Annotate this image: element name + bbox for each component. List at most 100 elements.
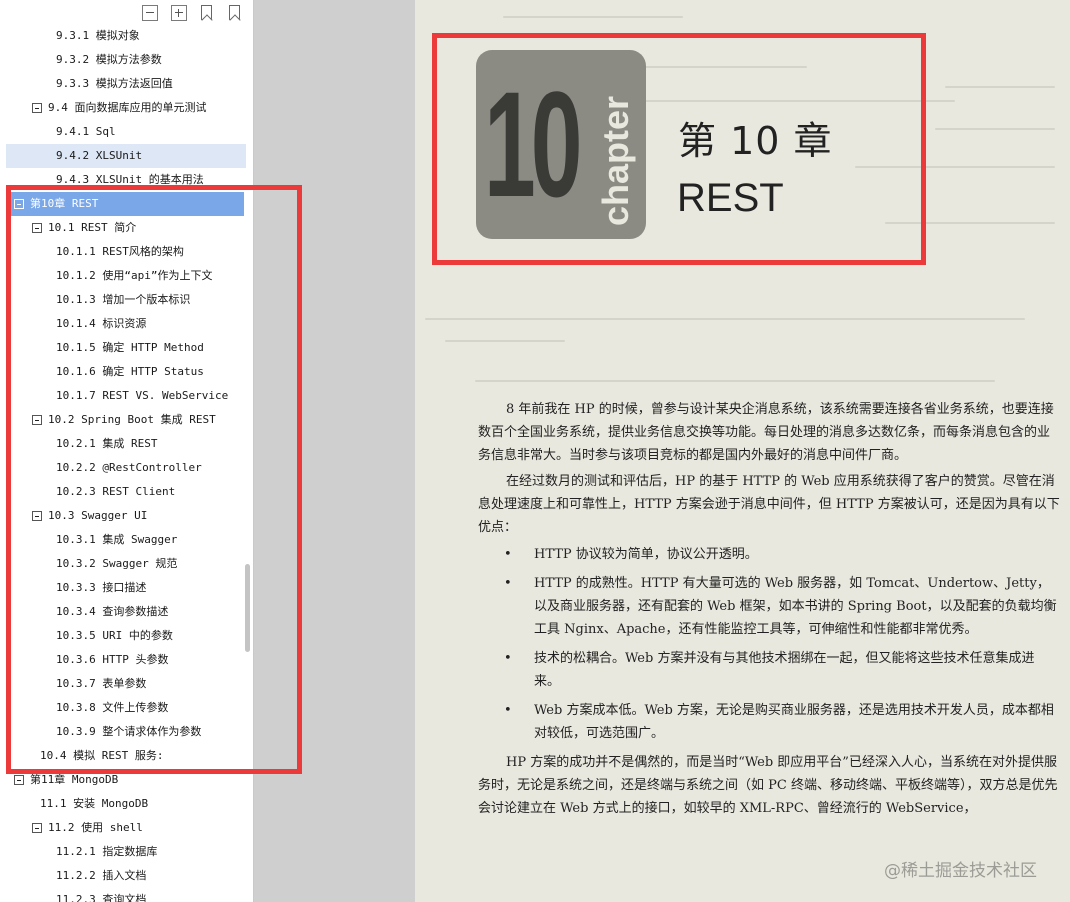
chapter-logo: 10 chapter xyxy=(476,50,646,239)
bookmark-label: 10.3 Swagger UI xyxy=(48,509,148,522)
expand-all-icon[interactable] xyxy=(171,5,187,21)
bookmark-label: 10.1.2 使用“api”作为上下文 xyxy=(56,269,213,282)
collapse-toggle-icon[interactable] xyxy=(32,415,42,425)
bookmark-item[interactable]: 11.1 安装 MongoDB xyxy=(0,792,246,816)
bookmark-label: 10.3.5 URI 中的参数 xyxy=(56,629,173,642)
bookmarks-toolbar xyxy=(0,0,253,26)
bookmark-label: 9.3.3 模拟方法返回值 xyxy=(56,77,173,90)
bookmark-tree: 9.3.1 模拟对象 9.3.2 模拟方法参数 9.3.3 模拟方法返回值 9.4 面… xyxy=(0,26,246,902)
chapter-logo-number: 10 xyxy=(484,60,582,228)
bookmark-item[interactable]: 10.3.6 HTTP 头参数 xyxy=(0,648,246,672)
paragraph-3: HP 方案的成功并不是偶然的，而是当时“Web 即应用平台”已经深入人心，当系统… xyxy=(478,755,1058,816)
bookmark-item[interactable]: 10.3.8 文件上传参数 xyxy=(0,696,246,720)
bookmark-item[interactable]: 第10章 REST xyxy=(10,192,244,216)
bookmark-item[interactable]: 10.3.1 集成 Swagger xyxy=(0,528,246,552)
bookmark-item[interactable]: 10.4 模拟 REST 服务: xyxy=(0,744,246,768)
bookmark-label: 10.2.1 集成 REST xyxy=(56,437,158,450)
collapse-all-icon[interactable] xyxy=(142,5,158,21)
bookmark-item[interactable]: 9.4.3 XLSUnit 的基本用法 xyxy=(0,168,246,192)
bookmark-label: 9.4.1 Sql xyxy=(56,125,116,138)
bookmark-item[interactable]: 第11章 MongoDB xyxy=(0,768,246,792)
bookmark-item[interactable]: 9.4.2 XLSUnit xyxy=(6,144,246,168)
bookmark-label: 11.2.3 查询文档 xyxy=(56,893,147,902)
collapse-toggle-icon[interactable] xyxy=(32,511,42,521)
bookmark-item[interactable]: 9.3.2 模拟方法参数 xyxy=(0,48,246,72)
paragraph-2: 在经过数月的测试和评估后，HP 的基于 HTTP 的 Web 应用系统获得了客户… xyxy=(478,474,1060,535)
bookmark-item[interactable]: 9.3.1 模拟对象 xyxy=(0,26,246,48)
bookmark-label: 9.4.3 XLSUnit 的基本用法 xyxy=(56,173,204,186)
bookmark-label: 9.4.2 XLSUnit xyxy=(56,149,143,162)
bookmark-item[interactable]: 10.2.3 REST Client xyxy=(0,480,246,504)
bookmark-item[interactable]: 11.2.1 指定数据库 xyxy=(0,840,246,864)
bookmark-item[interactable]: 10.1.5 确定 HTTP Method xyxy=(0,336,246,360)
bookmark-label: 10.2 Spring Boot 集成 REST xyxy=(48,413,216,426)
add-bookmark-icon[interactable] xyxy=(201,5,212,20)
list-item: Web 方案成本低。Web 方案，无论是购买商业服务器，还是选用技术开发人员，成… xyxy=(478,699,1060,745)
bookmark-item[interactable]: 11.2 使用 shell xyxy=(0,816,246,840)
bookmark-item[interactable]: 10.1.4 标识资源 xyxy=(0,312,246,336)
bookmark-item[interactable]: 10.1.7 REST VS. WebService xyxy=(0,384,246,408)
bookmark-item[interactable]: 10.3.2 Swagger 规范 xyxy=(0,552,246,576)
bookmark-item[interactable]: 10.1.6 确定 HTTP Status xyxy=(0,360,246,384)
bookmark-item[interactable]: 10.3.7 表单参数 xyxy=(0,672,246,696)
bookmark-item[interactable]: 9.4.1 Sql xyxy=(0,120,246,144)
collapse-toggle-icon[interactable] xyxy=(32,223,42,233)
bookmark-item[interactable]: 11.2.2 插入文档 xyxy=(0,864,246,888)
bookmark-item[interactable]: 10.1 REST 简介 xyxy=(0,216,246,240)
bookmark-item[interactable]: 10.3.9 整个请求体作为参数 xyxy=(0,720,246,744)
bookmark-item[interactable]: 10.3.3 接口描述 xyxy=(0,576,246,600)
sidebar-scrollbar-thumb[interactable] xyxy=(245,564,250,652)
chapter-title: 第 10 章 xyxy=(678,119,833,163)
bookmark-label: 10.1.6 确定 HTTP Status xyxy=(56,365,204,378)
bookmark-label: 10.1 REST 简介 xyxy=(48,221,137,234)
bookmark-item[interactable]: 9.3.3 模拟方法返回值 xyxy=(0,72,246,96)
collapse-toggle-icon[interactable] xyxy=(32,823,42,833)
bookmark-list: 9.3.1 模拟对象 9.3.2 模拟方法参数 9.3.3 模拟方法返回值 9.4 面… xyxy=(0,26,246,902)
bookmark-icon[interactable] xyxy=(229,5,240,20)
bookmark-label: 10.1.4 标识资源 xyxy=(56,317,147,330)
bookmark-label: 10.3.1 集成 Swagger xyxy=(56,533,178,546)
paragraph-1: 8 年前我在 HP 的时候，曾参与设计某央企消息系统，该系统需要连接各省业务系统… xyxy=(478,402,1054,463)
bookmark-label: 10.1.3 增加一个版本标识 xyxy=(56,293,191,306)
bookmark-label: 10.1.7 REST VS. WebService xyxy=(56,389,229,402)
document-page: 10 chapter 第 10 章 REST 8 年前我在 HP 的时候，曾参与… xyxy=(415,0,1070,902)
bookmark-label: 10.2.2 @RestController xyxy=(56,461,202,474)
bookmark-label: 10.3.2 Swagger 规范 xyxy=(56,557,178,570)
bookmark-label: 10.4 模拟 REST 服务: xyxy=(40,749,164,762)
bookmark-label: 11.2 使用 shell xyxy=(48,821,143,834)
bookmarks-panel: 9.3.1 模拟对象 9.3.2 模拟方法参数 9.3.3 模拟方法返回值 9.4 面… xyxy=(0,0,254,902)
bookmark-label: 第10章 REST xyxy=(30,197,99,210)
bookmark-item[interactable]: 10.2.2 @RestController xyxy=(0,456,246,480)
bookmark-label: 10.3.3 接口描述 xyxy=(56,581,147,594)
bookmark-label: 10.3.8 文件上传参数 xyxy=(56,701,169,714)
bookmark-item[interactable]: 10.1.3 增加一个版本标识 xyxy=(0,288,246,312)
sidebar-scrollbar[interactable] xyxy=(245,26,252,902)
bookmark-item[interactable]: 11.2.3 查询文档 xyxy=(0,888,246,902)
chapter-logo-word: chapter xyxy=(595,95,636,226)
bookmark-label: 10.3.6 HTTP 头参数 xyxy=(56,653,169,666)
list-item: 技术的松耦合。Web 方案并没有与其他技术捆绑在一起，但又能将这些技术任意集成进… xyxy=(478,647,1060,693)
bookmark-item[interactable]: 10.3.4 查询参数描述 xyxy=(0,600,246,624)
chapter-body: 8 年前我在 HP 的时候，曾参与设计某央企消息系统，该系统需要连接各省业务系统… xyxy=(478,398,1060,820)
bookmark-label: 11.2.1 指定数据库 xyxy=(56,845,158,858)
collapse-toggle-icon[interactable] xyxy=(32,103,42,113)
bookmark-item[interactable]: 10.3 Swagger UI xyxy=(0,504,246,528)
bookmark-label: 9.3.2 模拟方法参数 xyxy=(56,53,162,66)
collapse-toggle-icon[interactable] xyxy=(14,775,24,785)
bookmark-item[interactable]: 9.4 面向数据库应用的单元测试 xyxy=(0,96,246,120)
bookmark-label: 11.1 安装 MongoDB xyxy=(40,797,149,810)
bookmark-item[interactable]: 10.1.1 REST风格的架构 xyxy=(0,240,246,264)
bookmark-label: 10.3.7 表单参数 xyxy=(56,677,147,690)
bookmark-label: 9.4 面向数据库应用的单元测试 xyxy=(48,101,207,114)
bookmark-item[interactable]: 10.1.2 使用“api”作为上下文 xyxy=(0,264,246,288)
bookmark-item[interactable]: 10.2 Spring Boot 集成 REST xyxy=(0,408,246,432)
chapter-subtitle: REST xyxy=(677,176,784,220)
watermark: @稀土掘金技术社区 xyxy=(884,861,1037,881)
bookmark-label: 10.3.9 整个请求体作为参数 xyxy=(56,725,202,738)
bookmark-item[interactable]: 10.3.5 URI 中的参数 xyxy=(0,624,246,648)
bookmark-label: 10.1.1 REST风格的架构 xyxy=(56,245,184,258)
bookmark-item[interactable]: 10.2.1 集成 REST xyxy=(0,432,246,456)
collapse-toggle-icon[interactable] xyxy=(14,199,24,209)
bookmark-label: 11.2.2 插入文档 xyxy=(56,869,147,882)
bookmark-label: 9.3.1 模拟对象 xyxy=(56,29,140,42)
